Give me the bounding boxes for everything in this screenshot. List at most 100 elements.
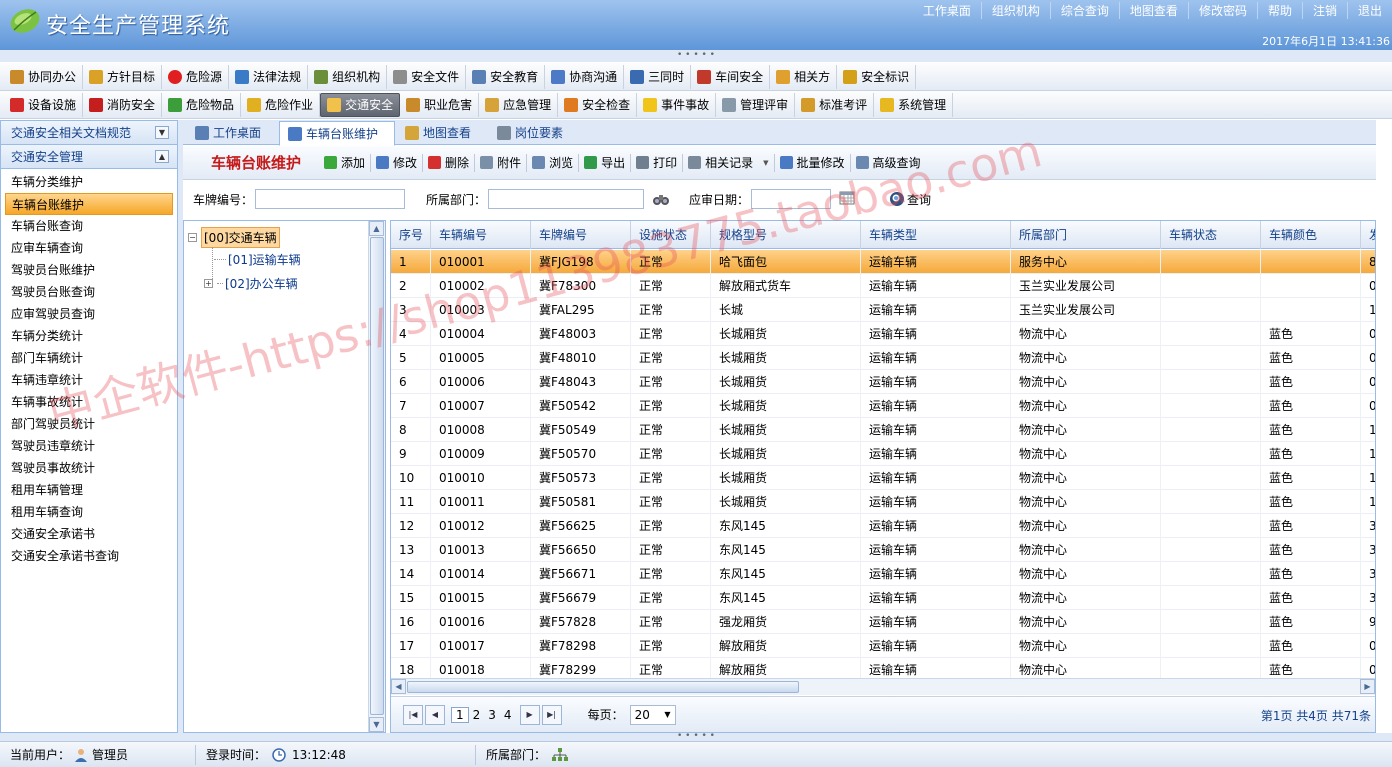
collapse-icon[interactable]: − bbox=[188, 233, 197, 242]
menu-item-handshake[interactable]: 相关方 bbox=[770, 64, 838, 89]
calendar-icon[interactable] bbox=[839, 191, 855, 208]
grid-horizontal-scrollbar[interactable]: ◀ ▶ bbox=[391, 678, 1375, 695]
grid-column-header[interactable]: 车辆状态 bbox=[1161, 221, 1261, 249]
menu-item-document[interactable]: 安全文件 bbox=[387, 64, 467, 89]
tree-node-office[interactable]: + [02]办公车辆 bbox=[204, 275, 298, 292]
tree-node-root[interactable]: − [00]交通车辆 bbox=[188, 227, 280, 248]
tree-node-office-label[interactable]: [02]办公车辆 bbox=[225, 275, 298, 292]
sidebar-item[interactable]: 驾驶员违章统计 bbox=[1, 435, 177, 457]
batch-edit-button[interactable]: 批量修改 bbox=[775, 152, 850, 174]
export-button[interactable]: 导出 bbox=[579, 152, 630, 174]
sidebar-item[interactable]: 驾驶员台账查询 bbox=[1, 281, 177, 303]
table-row[interactable]: 2 010002 冀F78300 正常 解放厢式货车 运输车辆 玉兰实业发展公司 0 bbox=[391, 274, 1375, 298]
sidebar-item[interactable]: 部门车辆统计 bbox=[1, 347, 177, 369]
tab-2[interactable]: 地图查看 bbox=[397, 121, 487, 145]
grid-column-header[interactable]: 所属部门 bbox=[1011, 221, 1161, 249]
menu-item-lock[interactable]: 系统管理 bbox=[874, 92, 954, 117]
menu-item-flag[interactable]: 安全标识 bbox=[837, 64, 917, 89]
per-page-select[interactable]: 20 ▼ bbox=[629, 704, 676, 725]
link-query[interactable]: 综合查询 bbox=[1049, 2, 1119, 19]
menu-item-review[interactable]: 管理评审 bbox=[716, 92, 796, 117]
menu-item-magnifier[interactable]: 安全检查 bbox=[558, 92, 638, 117]
page-number-3[interactable]: 3 bbox=[484, 708, 500, 722]
link-exit[interactable]: 退出 bbox=[1346, 2, 1392, 19]
grid-column-header[interactable]: 车辆类型 bbox=[861, 221, 1011, 249]
table-row[interactable]: 17 010017 冀F78298 正常 解放厢货 运输车辆 物流中心 蓝色 0 bbox=[391, 634, 1375, 658]
page-number-4[interactable]: 4 bbox=[500, 708, 516, 722]
sidebar-item[interactable]: 交通安全承诺书查询 bbox=[1, 545, 177, 567]
page-number-1[interactable]: 1 bbox=[451, 706, 469, 723]
table-row[interactable]: 1 010001 冀FJG198 正常 哈飞面包 运输车辆 服务中心 8 bbox=[391, 250, 1375, 274]
link-change-password[interactable]: 修改密码 bbox=[1187, 2, 1257, 19]
menu-item-speech[interactable]: 安全教育 bbox=[466, 64, 546, 89]
menu-item-people[interactable]: 协同办公 bbox=[4, 64, 84, 89]
sidebar-item[interactable]: 车辆违章统计 bbox=[1, 369, 177, 391]
tree-node-transport[interactable]: [01]运输车辆 bbox=[214, 251, 301, 268]
table-row[interactable]: 16 010016 冀F57828 正常 强龙厢货 运输车辆 物流中心 蓝色 9 bbox=[391, 610, 1375, 634]
tab-1[interactable]: 车辆台账维护 bbox=[279, 121, 396, 146]
table-row[interactable]: 14 010014 冀F56671 正常 东风145 运输车辆 物流中心 蓝色 3 bbox=[391, 562, 1375, 586]
grid-column-header[interactable]: 车辆颜色 bbox=[1261, 221, 1361, 249]
dept-input[interactable] bbox=[488, 189, 645, 209]
table-row[interactable]: 11 010011 冀F50581 正常 长城厢货 运输车辆 物流中心 蓝色 1 bbox=[391, 490, 1375, 514]
grid-scroll-thumb[interactable] bbox=[407, 681, 799, 693]
link-logout[interactable]: 注销 bbox=[1301, 2, 1347, 19]
link-help[interactable]: 帮助 bbox=[1256, 2, 1302, 19]
tree-scrollbar[interactable]: ▲ ▼ bbox=[368, 221, 385, 732]
menu-item-truck[interactable]: 交通安全 bbox=[320, 92, 401, 117]
plate-input[interactable] bbox=[255, 189, 406, 209]
menu-item-fire-extinguisher[interactable]: 消防安全 bbox=[83, 92, 163, 117]
scroll-up-icon[interactable]: ▲ bbox=[369, 221, 384, 236]
footer-splitter[interactable]: • • • • • bbox=[0, 732, 1392, 741]
sidebar-item[interactable]: 应审驾驶员查询 bbox=[1, 303, 177, 325]
chevron-up-icon[interactable]: ▲ bbox=[155, 150, 169, 163]
add-button[interactable]: 添加 bbox=[319, 152, 370, 174]
grid-column-header[interactable]: 发 bbox=[1361, 221, 1375, 249]
table-row[interactable]: 4 010004 冀F48003 正常 长城厢货 运输车辆 物流中心 蓝色 0 bbox=[391, 322, 1375, 346]
menu-item-flask[interactable]: 危险物品 bbox=[162, 92, 242, 117]
table-row[interactable]: 18 010018 冀F78299 正常 解放厢货 运输车辆 物流中心 蓝色 0 bbox=[391, 658, 1375, 678]
page-number-2[interactable]: 2 bbox=[469, 708, 485, 722]
chevron-down-icon[interactable]: ▼ bbox=[763, 159, 768, 167]
expand-icon[interactable]: + bbox=[204, 279, 213, 288]
sidebar-item[interactable]: 车辆分类维护 bbox=[1, 171, 177, 193]
sidebar-item[interactable]: 租用车辆管理 bbox=[1, 479, 177, 501]
grid-column-header[interactable]: 车辆编号 bbox=[431, 221, 531, 249]
sidebar-item[interactable]: 车辆分类统计 bbox=[1, 325, 177, 347]
menu-item-device[interactable]: 设备设施 bbox=[4, 92, 84, 117]
sidebar-section-docs[interactable]: 交通安全相关文档规范 ▼ bbox=[1, 121, 177, 145]
first-page-button[interactable]: |◀ bbox=[403, 704, 423, 725]
menu-item-warning[interactable]: 事件事故 bbox=[637, 92, 717, 117]
tab-0[interactable]: 工作桌面 bbox=[187, 121, 277, 145]
grid-column-header[interactable]: 规格型号 bbox=[711, 221, 861, 249]
menu-item-emergency[interactable]: 应急管理 bbox=[479, 92, 559, 117]
menu-item-pencil[interactable]: 标准考评 bbox=[795, 92, 875, 117]
tree-scroll-thumb[interactable] bbox=[370, 237, 384, 715]
menu-item-clock[interactable]: 方针目标 bbox=[83, 64, 163, 89]
next-page-button[interactable]: ▶ bbox=[519, 704, 540, 725]
menu-item-hazard[interactable]: 危险作业 bbox=[241, 92, 321, 117]
table-row[interactable]: 10 010010 冀F50573 正常 长城厢货 运输车辆 物流中心 蓝色 1 bbox=[391, 466, 1375, 490]
sidebar-section-traffic[interactable]: 交通安全管理 ▲ bbox=[1, 145, 177, 169]
sidebar-item[interactable]: 交通安全承诺书 bbox=[1, 523, 177, 545]
table-row[interactable]: 7 010007 冀F50542 正常 长城厢货 运输车辆 物流中心 蓝色 0 bbox=[391, 394, 1375, 418]
sidebar-item[interactable]: 车辆台账查询 bbox=[1, 215, 177, 237]
table-row[interactable]: 5 010005 冀F48010 正常 长城厢货 运输车辆 物流中心 蓝色 0 bbox=[391, 346, 1375, 370]
sidebar-item[interactable]: 应审车辆查询 bbox=[1, 237, 177, 259]
menu-item-list[interactable]: 三同时 bbox=[624, 64, 692, 89]
menu-item-book[interactable]: 法律法规 bbox=[229, 64, 309, 89]
prev-page-button[interactable]: ◀ bbox=[425, 704, 445, 725]
grid-column-header[interactable]: 车牌编号 bbox=[531, 221, 631, 249]
edit-button[interactable]: 修改 bbox=[371, 152, 422, 174]
table-row[interactable]: 6 010006 冀F48043 正常 长城厢货 运输车辆 物流中心 蓝色 0 bbox=[391, 370, 1375, 394]
tree-node-root-label[interactable]: [00]交通车辆 bbox=[201, 227, 280, 248]
sidebar-item[interactable]: 部门驾驶员统计 bbox=[1, 413, 177, 435]
review-date-input[interactable] bbox=[751, 189, 832, 209]
menu-item-worker[interactable]: 车间安全 bbox=[691, 64, 771, 89]
scroll-right-icon[interactable]: ▶ bbox=[1360, 679, 1375, 694]
table-row[interactable]: 13 010013 冀F56650 正常 东风145 运输车辆 物流中心 蓝色 3 bbox=[391, 538, 1375, 562]
truck-button[interactable]: 相关记录 ▼ bbox=[683, 152, 773, 174]
advanced-search-button[interactable]: 高级查询 bbox=[851, 152, 926, 174]
link-map[interactable]: 地图查看 bbox=[1118, 2, 1188, 19]
header-splitter[interactable]: • • • • • bbox=[0, 50, 1392, 62]
